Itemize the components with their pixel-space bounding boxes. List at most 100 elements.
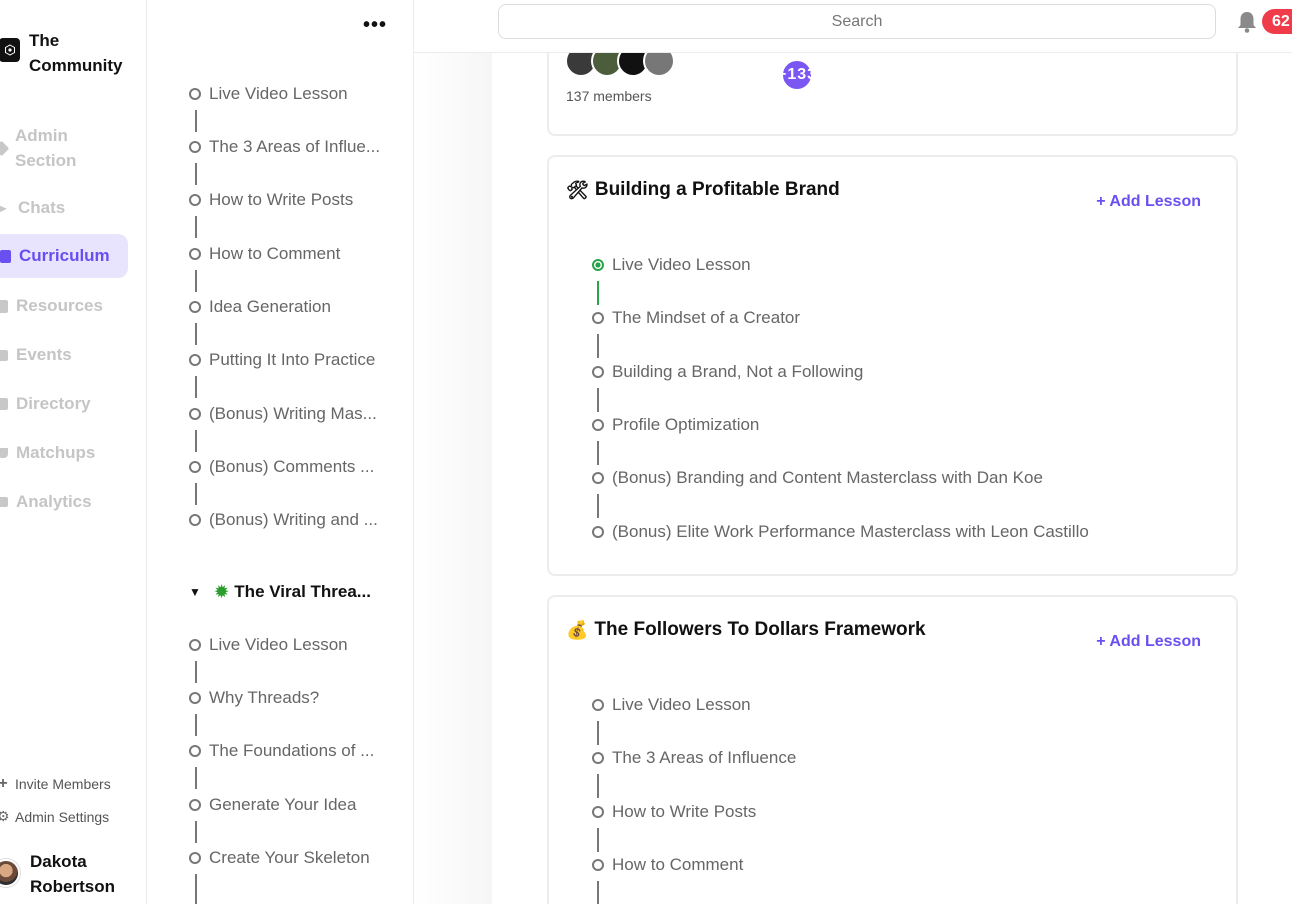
search-input[interactable]: Search [498,4,1216,39]
outline-lesson[interactable]: Create Your Skeleton [189,848,370,868]
nav-item-chats[interactable]: ➤ Chats [0,198,65,218]
lesson-status-icon [189,141,201,153]
timeline-connector [195,874,197,904]
main-content: +133 137 members 🛠 Building a Profitable… [414,43,1292,904]
lesson-status-icon [189,799,201,811]
timeline-connector [597,388,599,412]
admin-settings-link[interactable]: ⚙ Admin Settings [0,808,109,825]
nav-item-directory[interactable]: Directory [0,394,91,414]
invite-members-label: Invite Members [15,776,111,792]
lesson-status-icon [189,301,201,313]
timeline-connector [597,441,599,465]
lesson-item[interactable]: (Bonus) Elite Work Performance Mastercla… [592,522,1089,542]
lesson-status-icon [189,88,201,100]
lesson-status-icon [189,461,201,473]
bell-icon[interactable] [1236,10,1258,34]
lesson-item[interactable]: Live Video Lesson [592,695,751,715]
nav-item-label: Matchups [16,443,96,462]
brand-logo-icon [0,38,20,62]
lesson-status-icon [189,745,201,757]
members-card: +133 137 members [547,43,1238,136]
lesson-status-icon [189,194,201,206]
nav-item-resources[interactable]: Resources [0,296,103,316]
outline-lesson[interactable]: (Bonus) Writing Mas... [189,404,377,424]
timeline-connector [195,270,197,292]
user-profile[interactable]: Dakota Robertson [0,849,130,899]
top-bar: Search 62 [414,0,1292,53]
lesson-status-icon [189,248,201,260]
lesson-item[interactable]: (Bonus) Branding and Content Masterclass… [592,468,1043,488]
outline-lesson[interactable]: The Foundations of ... [189,741,374,761]
invite-members-link[interactable]: + Invite Members [0,775,111,793]
outline-lesson[interactable]: Live Video Lesson [189,635,348,655]
nav-item-admin-section[interactable]: Admin Section [0,123,95,173]
nav-item-label: Chats [18,198,66,217]
gutter [414,53,492,904]
timeline-connector [195,661,197,683]
timeline-connector [597,281,599,305]
outline-lesson[interactable]: Idea Generation [189,297,331,317]
lesson-status-icon [592,752,604,764]
outline-lesson[interactable]: The 3 Areas of Influe... [189,137,380,157]
lesson-status-icon [189,408,201,420]
timeline-connector [597,774,599,798]
lesson-item[interactable]: The Mindset of a Creator [592,308,800,328]
notification-badge[interactable]: 62 [1262,9,1292,34]
timeline-connector [597,494,599,518]
calendar-icon [0,349,8,361]
send-icon: ➤ [0,201,7,216]
left-nav: The Community Admin Section ➤ Chats Curr… [0,0,147,904]
module-title: 🛠 Building a Profitable Brand [566,179,840,200]
nav-item-matchups[interactable]: Matchups [0,443,95,463]
outline-lesson[interactable]: Putting It Into Practice [189,350,375,370]
outline-lesson[interactable]: Generate Your Idea [189,795,356,815]
more-options-icon[interactable]: ••• [363,14,387,37]
lesson-status-icon [592,526,604,538]
nav-item-label: Analytics [16,492,92,511]
outline-lesson[interactable]: (Bonus) Comments ... [189,457,374,477]
add-lesson-button[interactable]: + Add Lesson [1096,633,1201,651]
lesson-status-icon [189,692,201,704]
outline-lesson[interactable]: How to Write Posts [189,190,353,210]
curriculum-outline: ••• Live Video Lesson The 3 Areas of Inf… [147,0,414,904]
nav-item-label: Curriculum [19,246,110,265]
timeline-connector [195,110,197,132]
lesson-item[interactable]: Live Video Lesson [592,255,751,275]
lesson-item[interactable]: Profile Optimization [592,415,759,435]
nav-item-label: Resources [16,296,103,315]
user-name: Dakota Robertson [30,852,115,896]
members-count: 137 members [566,88,652,104]
lesson-status-icon [592,419,604,431]
lesson-item[interactable]: How to Comment [592,855,743,875]
brand[interactable]: The Community [0,28,129,78]
lesson-status-icon [592,472,604,484]
outline-lesson[interactable]: Live Video Lesson [189,84,348,104]
timeline-connector [195,821,197,843]
chart-icon [0,497,8,507]
admin-settings-label: Admin Settings [15,808,110,825]
timeline-connector [597,881,599,904]
outline-lesson[interactable]: (Bonus) Writing and ... [189,510,378,530]
timeline-connector [597,334,599,358]
coffee-icon [0,448,8,458]
outline-section-title: The Viral Threa... [234,582,371,601]
file-icon [0,299,8,313]
lesson-item[interactable]: How to Write Posts [592,802,756,822]
lesson-item[interactable]: The 3 Areas of Influence [592,748,796,768]
lesson-status-icon [592,366,604,378]
nav-item-curriculum[interactable]: Curriculum [0,234,128,278]
timeline-connector [597,721,599,745]
add-lesson-button[interactable]: + Add Lesson [1096,193,1201,211]
lesson-status-icon [592,699,604,711]
book-icon [0,249,11,263]
nav-item-events[interactable]: Events [0,345,72,365]
gear-icon: ⚙ [0,808,10,824]
nav-item-analytics[interactable]: Analytics [0,492,92,512]
outline-lesson[interactable]: How to Comment [189,244,340,264]
lesson-status-icon [189,639,201,651]
lesson-item[interactable]: Building a Brand, Not a Following [592,362,863,382]
money-bag-icon: 💰 [566,619,589,640]
nav-item-label: Events [16,345,72,364]
outline-lesson[interactable]: Why Threads? [189,688,319,708]
outline-section-toggle[interactable]: ▼ ✹ The Viral Threa... [189,582,371,602]
